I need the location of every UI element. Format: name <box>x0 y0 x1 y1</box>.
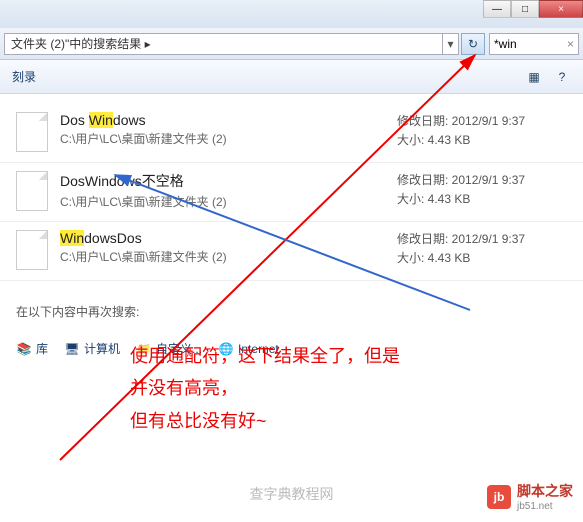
file-size: 大小: 4.43 KB <box>397 131 567 148</box>
minimize-button[interactable]: — <box>483 0 511 18</box>
file-info: DosWindows不空格 C:\用户\LC\桌面\新建文件夹 (2) <box>60 171 397 211</box>
watermark-sub: jb51.net <box>517 501 573 512</box>
window-buttons: — □ × <box>483 0 583 18</box>
annotation-text: 使用通配符，这下结果全了，但是 并没有高亮， 但有总比没有好~ <box>130 340 400 437</box>
watermark-logo: jb <box>487 485 511 509</box>
close-button[interactable]: × <box>539 0 583 18</box>
library-icon: 📚 <box>16 341 32 357</box>
annotation-line2: 并没有高亮， <box>130 372 400 404</box>
file-size: 大小: 4.43 KB <box>397 249 567 266</box>
file-icon <box>16 230 48 270</box>
file-name: Dos Windows <box>60 112 397 128</box>
file-row[interactable]: WindowsDos C:\用户\LC\桌面\新建文件夹 (2)修改日期: 201… <box>0 222 583 281</box>
file-path: C:\用户\LC\桌面\新建文件夹 (2) <box>60 248 397 265</box>
file-path: C:\用户\LC\桌面\新建文件夹 (2) <box>60 130 397 147</box>
annotation-line1: 使用通配符，这下结果全了，但是 <box>130 340 400 372</box>
file-path: C:\用户\LC\桌面\新建文件夹 (2) <box>60 193 397 210</box>
help-icon[interactable]: ? <box>553 68 571 86</box>
toolbar-icons: ▦ ? <box>525 68 571 86</box>
clear-search-icon[interactable]: × <box>567 37 574 51</box>
search-again-label: 在以下内容中再次搜索: <box>0 291 583 332</box>
file-meta: 修改日期: 2012/9/1 9:37 大小: 4.43 KB <box>397 230 567 270</box>
annotation-line3: 但有总比没有好~ <box>130 405 400 437</box>
computer-label: 计算机 <box>84 340 120 357</box>
window-titlebar: — □ × <box>0 0 583 28</box>
toolbar: 刻录 ▦ ? <box>0 60 583 94</box>
search-value: *win <box>494 37 517 51</box>
view-options-icon[interactable]: ▦ <box>525 68 543 86</box>
address-dropdown[interactable]: ▾ <box>443 33 459 55</box>
file-date: 修改日期: 2012/9/1 9:37 <box>397 230 567 247</box>
file-info: WindowsDos C:\用户\LC\桌面\新建文件夹 (2) <box>60 230 397 270</box>
address-bar: 文件夹 (2)"中的搜索结果 ▸ ▾ ↻ *win × <box>0 28 583 60</box>
watermark-center: 查字典教程网 <box>250 484 334 504</box>
file-date: 修改日期: 2012/9/1 9:37 <box>397 112 567 129</box>
address-field[interactable]: 文件夹 (2)"中的搜索结果 ▸ <box>4 33 443 55</box>
file-icon <box>16 171 48 211</box>
file-name: DosWindows不空格 <box>60 171 397 191</box>
search-computer[interactable]: 🖥 计算机 <box>64 340 120 357</box>
watermark: jb 脚本之家 jb51.net <box>487 481 573 512</box>
file-meta: 修改日期: 2012/9/1 9:37 大小: 4.43 KB <box>397 112 567 152</box>
file-name: WindowsDos <box>60 230 397 246</box>
results-list: Dos WindowsC:\用户\LC\桌面\新建文件夹 (2)修改日期: 20… <box>0 94 583 291</box>
burn-button[interactable]: 刻录 <box>12 68 36 85</box>
file-row[interactable]: DosWindows不空格 C:\用户\LC\桌面\新建文件夹 (2)修改日期: … <box>0 163 583 222</box>
file-date: 修改日期: 2012/9/1 9:37 <box>397 171 567 188</box>
file-info: Dos Windows C:\用户\LC\桌面\新建文件夹 (2) <box>60 112 397 152</box>
file-meta: 修改日期: 2012/9/1 9:37 大小: 4.43 KB <box>397 171 567 211</box>
search-input[interactable]: *win × <box>489 33 579 55</box>
refresh-button[interactable]: ↻ <box>461 33 485 55</box>
search-libraries[interactable]: 📚 库 <box>16 340 48 357</box>
computer-icon: 🖥 <box>64 341 80 357</box>
maximize-button[interactable]: □ <box>511 0 539 18</box>
refresh-icon: ↻ <box>468 37 478 51</box>
library-label: 库 <box>36 340 48 357</box>
file-size: 大小: 4.43 KB <box>397 190 567 207</box>
file-row[interactable]: Dos Windows C:\用户\LC\桌面\新建文件夹 (2)修改日期: 20… <box>0 104 583 163</box>
file-icon <box>16 112 48 152</box>
watermark-text: 脚本之家 <box>517 481 573 501</box>
